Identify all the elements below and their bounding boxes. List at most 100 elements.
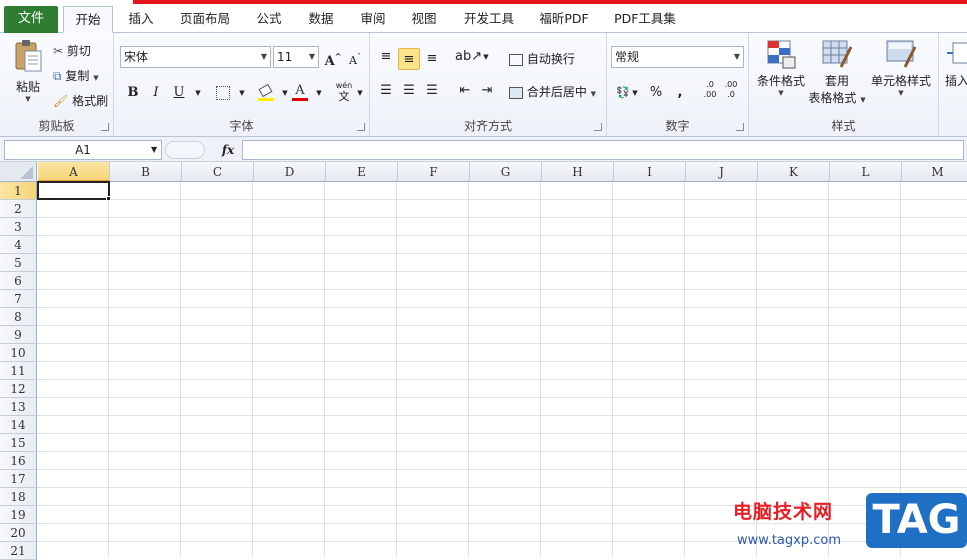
column-header-e[interactable]: E: [326, 162, 398, 182]
font-dialog-launcher[interactable]: [357, 123, 365, 131]
row-header-10[interactable]: 10: [0, 344, 37, 362]
font-color-dropdown[interactable]: ▼: [308, 82, 330, 104]
copy-button[interactable]: ⧉ 复制 ▼: [53, 67, 99, 84]
row-header-11[interactable]: 11: [0, 362, 37, 380]
name-box[interactable]: A1 ▼: [4, 140, 162, 160]
decrease-indent-button[interactable]: ⇤: [454, 80, 476, 102]
tab-pdf-tools[interactable]: PDF工具集: [606, 6, 684, 33]
row-header-14[interactable]: 14: [0, 416, 37, 434]
tab-view[interactable]: 视图: [401, 6, 447, 33]
column-header-b[interactable]: B: [110, 162, 182, 182]
tab-foxit-pdf[interactable]: 福昕PDF: [530, 6, 598, 33]
align-top-button[interactable]: ≡: [375, 46, 397, 68]
row-header-1[interactable]: 1: [0, 182, 37, 200]
row-header-19[interactable]: 19: [0, 506, 37, 524]
active-cell-selection[interactable]: [37, 181, 110, 200]
row-header-12[interactable]: 12: [0, 380, 37, 398]
tab-insert[interactable]: 插入: [118, 6, 164, 33]
select-all-button[interactable]: [0, 162, 37, 182]
column-header-h[interactable]: H: [542, 162, 614, 182]
tab-review[interactable]: 审阅: [350, 6, 396, 33]
align-right-button[interactable]: ☰: [421, 80, 443, 102]
row-header-9[interactable]: 9: [0, 326, 37, 344]
fill-handle[interactable]: [106, 196, 111, 201]
decrease-decimal-button[interactable]: .00 .0: [721, 80, 741, 102]
borders-dropdown[interactable]: ▼: [231, 82, 253, 104]
column-header-j[interactable]: J: [686, 162, 758, 182]
orientation-dropdown[interactable]: ▼: [475, 46, 497, 68]
insert-function-button[interactable]: fx: [218, 140, 238, 160]
row-header-6[interactable]: 6: [0, 272, 37, 290]
file-tab[interactable]: 文件: [4, 6, 58, 33]
percent-button[interactable]: %: [645, 82, 667, 104]
row-header-16[interactable]: 16: [0, 452, 37, 470]
conditional-formatting-button[interactable]: 条件格式 ▼: [753, 39, 809, 97]
paste-dropdown-arrow[interactable]: ▼: [10, 95, 46, 103]
formula-input[interactable]: [242, 140, 964, 160]
row-header-3[interactable]: 3: [0, 218, 37, 236]
align-bottom-button[interactable]: ≡: [421, 48, 443, 70]
column-header-d[interactable]: D: [254, 162, 326, 182]
format-painter-button[interactable]: 🖌 格式刷: [53, 92, 108, 109]
row-header-5[interactable]: 5: [0, 254, 37, 272]
increase-decimal-button[interactable]: .0 .00: [700, 80, 720, 102]
chevron-down-icon[interactable]: ▼: [151, 141, 157, 159]
merge-dropdown-arrow[interactable]: ▼: [591, 90, 596, 98]
conditional-dropdown-arrow[interactable]: ▼: [753, 89, 809, 97]
column-header-m[interactable]: M: [902, 162, 967, 182]
formula-bar-resize-handle[interactable]: [165, 141, 205, 159]
row-header-17[interactable]: 17: [0, 470, 37, 488]
column-header-c[interactable]: C: [182, 162, 254, 182]
bold-button[interactable]: B: [122, 82, 144, 104]
alignment-dialog-launcher[interactable]: [594, 123, 602, 131]
row-header-15[interactable]: 15: [0, 434, 37, 452]
paste-button[interactable]: 粘贴 ▼: [10, 39, 46, 107]
merge-center-button[interactable]: 合并后居中 ▼: [509, 83, 596, 100]
font-name-combo[interactable]: 宋体 ▼: [120, 46, 271, 68]
tab-developer[interactable]: 开发工具: [455, 6, 523, 33]
align-center-button[interactable]: ☰: [398, 80, 420, 102]
increase-indent-button[interactable]: ⇥: [476, 80, 498, 102]
row-header-21[interactable]: 21: [0, 542, 37, 560]
column-header-i[interactable]: I: [614, 162, 686, 182]
shrink-font-button[interactable]: Aˇ: [344, 46, 366, 68]
column-header-g[interactable]: G: [470, 162, 542, 182]
row-header-8[interactable]: 8: [0, 308, 37, 326]
insert-cells-button[interactable]: 插入: [945, 39, 967, 89]
comma-button[interactable]: ,: [669, 82, 691, 104]
column-header-l[interactable]: L: [830, 162, 902, 182]
cut-button[interactable]: ✂ 剪切: [53, 42, 91, 59]
copy-dropdown-arrow[interactable]: ▼: [93, 74, 98, 82]
wrap-text-button[interactable]: 自动换行: [509, 50, 575, 67]
align-left-button[interactable]: ☰: [375, 80, 397, 102]
column-header-k[interactable]: K: [758, 162, 830, 182]
font-size-combo[interactable]: 11 ▼: [273, 46, 319, 68]
column-header-f[interactable]: F: [398, 162, 470, 182]
cell-styles-button[interactable]: 单元格样式 ▼: [869, 39, 933, 97]
row-header-20[interactable]: 20: [0, 524, 37, 542]
orientation-button[interactable]: ab↗: [455, 46, 482, 68]
row-header-2[interactable]: 2: [0, 200, 37, 218]
currency-dropdown[interactable]: ▼: [629, 82, 641, 104]
italic-button[interactable]: I: [145, 82, 167, 104]
tab-home[interactable]: 开始: [63, 6, 113, 33]
tab-formulas[interactable]: 公式: [246, 6, 292, 33]
number-format-combo[interactable]: 常规 ▼: [611, 46, 744, 68]
align-top-icon: ≡: [380, 49, 392, 64]
column-header-a[interactable]: A: [38, 162, 110, 182]
row-header-13[interactable]: 13: [0, 398, 37, 416]
cell-styles-dropdown-arrow[interactable]: ▼: [869, 89, 933, 97]
align-middle-button[interactable]: ≡: [398, 48, 420, 70]
grow-font-button[interactable]: A^: [322, 46, 344, 69]
phonetic-dropdown[interactable]: ▼: [354, 82, 366, 104]
clipboard-dialog-launcher[interactable]: [101, 123, 109, 131]
format-as-table-button[interactable]: 套用 表格格式 ▼: [807, 39, 867, 106]
row-header-18[interactable]: 18: [0, 488, 37, 506]
tab-data[interactable]: 数据: [298, 6, 344, 33]
underline-dropdown[interactable]: ▼: [187, 82, 209, 104]
row-header-7[interactable]: 7: [0, 290, 37, 308]
phonetic-button[interactable]: wén 文: [332, 80, 356, 102]
tab-page-layout[interactable]: 页面布局: [171, 6, 239, 33]
number-dialog-launcher[interactable]: [736, 123, 744, 131]
row-header-4[interactable]: 4: [0, 236, 37, 254]
